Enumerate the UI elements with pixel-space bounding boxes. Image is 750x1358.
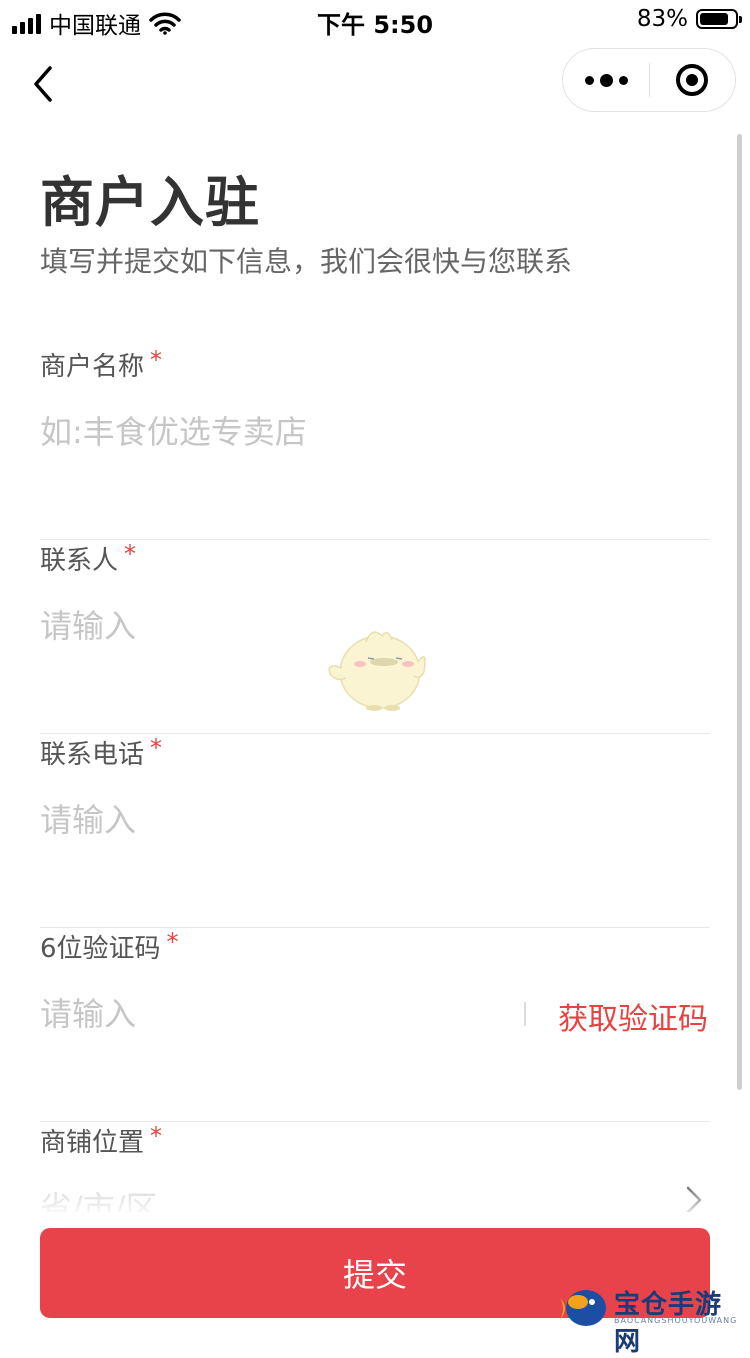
page-subtitle: 填写并提交如下信息，我们会很快与您联系	[40, 245, 573, 278]
required-mark: *	[150, 1122, 163, 1150]
field-verification-code: 6位验证码* 获取验证码	[40, 928, 710, 1122]
field-label: 商铺位置 *	[40, 1122, 163, 1158]
field-label: 6位验证码 *	[40, 928, 179, 964]
field-label: 商户名称 *	[40, 346, 163, 382]
watermark-logo: 宝仓手游网 BAOCANGSHOUYOUWANG	[556, 1284, 746, 1357]
page-title: 商户入驻	[40, 171, 260, 234]
mini-program-capsule	[562, 48, 736, 112]
merchant-name-input[interactable]	[40, 404, 520, 460]
required-mark: *	[150, 346, 163, 374]
more-dots-icon[interactable]	[563, 49, 649, 111]
contact-person-input[interactable]	[40, 598, 520, 654]
target-circle-icon[interactable]	[676, 64, 708, 96]
back-chevron-icon[interactable]	[26, 62, 66, 106]
code-divider	[524, 1002, 526, 1026]
required-mark: *	[166, 928, 179, 956]
status-right: 83%	[636, 6, 742, 32]
required-mark: *	[124, 540, 137, 568]
contact-phone-input[interactable]	[40, 792, 520, 848]
get-code-button[interactable]: 获取验证码	[558, 994, 708, 1038]
watermark-subtext: BAOCANGSHOUYOUWANG	[614, 1316, 738, 1325]
watermark-fish-icon	[560, 1290, 606, 1326]
chick-mascot-icon	[328, 631, 426, 711]
field-contact-phone: 联系电话 *	[40, 734, 710, 928]
scrollbar[interactable]	[737, 134, 742, 1090]
field-label: 联系电话 *	[40, 734, 163, 770]
status-bar: 中国联通 下午 5:50 83%	[0, 0, 750, 40]
required-mark: *	[150, 734, 163, 762]
field-label: 联系人 *	[40, 540, 137, 576]
battery-percent: 83%	[636, 6, 688, 32]
battery-fill	[700, 13, 729, 25]
field-merchant-name: 商户名称 *	[40, 346, 710, 540]
battery-icon	[696, 9, 742, 29]
verification-code-input[interactable]	[40, 986, 500, 1042]
capsule-divider	[649, 63, 650, 97]
